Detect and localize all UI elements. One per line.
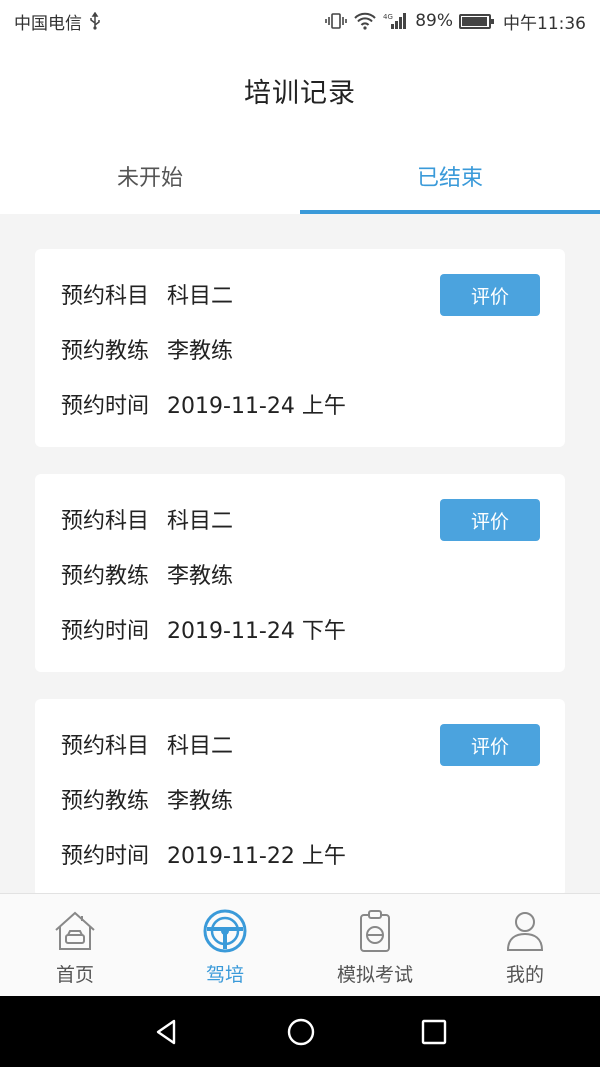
- time-value: 2019-11-22 上午: [167, 844, 346, 869]
- bottom-nav: 首页 驾培 模拟考试 我的: [0, 893, 600, 996]
- usb-icon: [88, 12, 102, 30]
- home-button-icon[interactable]: [285, 1016, 317, 1048]
- battery-icon: [459, 13, 494, 29]
- time-row: 预约时间 2019-11-24 下午: [61, 614, 539, 644]
- network-type-label: 4G: [383, 13, 393, 21]
- record-card: 预约科目 科目二 预约教练 李教练 预约时间 2019-11-22 上午 评价: [35, 699, 565, 897]
- screen: 中国电信 4G 89% 中午11:36 培训记录 未开始 已结束 预约科目 科目…: [0, 0, 600, 1067]
- record-card: 预约科目 科目二 预约教练 李教练 预约时间 2019-11-24 下午 评价: [35, 474, 565, 672]
- time-row: 预约时间 2019-11-24 上午: [61, 389, 539, 419]
- subject-value: 科目二: [167, 509, 234, 534]
- time-label: 预约时间: [61, 394, 150, 419]
- wifi-icon: [353, 12, 377, 30]
- recents-icon[interactable]: [420, 1018, 448, 1046]
- nav-profile[interactable]: 我的: [450, 894, 600, 996]
- nav-driving-training[interactable]: 驾培: [150, 894, 300, 996]
- steering-wheel-icon: [203, 909, 247, 953]
- coach-label: 预约教练: [61, 789, 150, 814]
- time-row: 预约时间 2019-11-22 上午: [61, 839, 539, 869]
- clipboard-icon: [360, 910, 390, 952]
- nav-home[interactable]: 首页: [0, 894, 150, 996]
- time-label: 预约时间: [61, 619, 150, 644]
- coach-value: 李教练: [167, 339, 234, 364]
- rate-button[interactable]: 评价: [440, 724, 540, 766]
- nav-driving-training-label: 驾培: [205, 964, 244, 986]
- back-icon[interactable]: [152, 1017, 182, 1047]
- nav-profile-label: 我的: [505, 964, 544, 986]
- subject-value: 科目二: [167, 284, 234, 309]
- time-value: 2019-11-24 下午: [167, 619, 346, 644]
- subject-label: 预约科目: [61, 284, 150, 309]
- nav-home-label: 首页: [55, 964, 94, 986]
- carrier-label: 中国电信: [14, 13, 82, 34]
- subject-label: 预约科目: [61, 509, 150, 534]
- tab-not-started[interactable]: 未开始: [0, 138, 300, 214]
- status-bar: 中国电信 4G 89% 中午11:36: [0, 0, 600, 42]
- tab-finished[interactable]: 已结束: [300, 138, 600, 214]
- home-icon: [55, 911, 95, 950]
- signal-icon: 4G: [383, 12, 409, 30]
- clock: 中午11:36: [503, 13, 586, 34]
- time-value: 2019-11-24 上午: [167, 394, 346, 419]
- coach-label: 预约教练: [61, 339, 150, 364]
- coach-row: 预约教练 李教练: [61, 559, 539, 589]
- nav-mock-exam[interactable]: 模拟考试: [300, 894, 450, 996]
- coach-value: 李教练: [167, 564, 234, 589]
- user-icon: [506, 912, 544, 951]
- record-card: 预约科目 科目二 预约教练 李教练 预约时间 2019-11-24 上午 评价: [35, 249, 565, 447]
- battery-percent: 89%: [415, 11, 453, 31]
- rate-button[interactable]: 评价: [440, 499, 540, 541]
- coach-row: 预约教练 李教练: [61, 334, 539, 364]
- tab-bar: 未开始 已结束: [0, 138, 600, 214]
- time-label: 预约时间: [61, 844, 150, 869]
- coach-row: 预约教练 李教练: [61, 784, 539, 814]
- page-title: 培训记录: [244, 77, 356, 109]
- subject-label: 预约科目: [61, 734, 150, 759]
- nav-mock-exam-label: 模拟考试: [336, 964, 413, 986]
- rate-button[interactable]: 评价: [440, 274, 540, 316]
- header: 培训记录: [0, 42, 600, 138]
- vibrate-icon: [325, 12, 348, 30]
- subject-value: 科目二: [167, 734, 234, 759]
- record-list: 预约科目 科目二 预约教练 李教练 预约时间 2019-11-24 上午 评价 …: [35, 249, 565, 924]
- system-nav-bar: [0, 996, 600, 1067]
- coach-value: 李教练: [167, 789, 234, 814]
- coach-label: 预约教练: [61, 564, 150, 589]
